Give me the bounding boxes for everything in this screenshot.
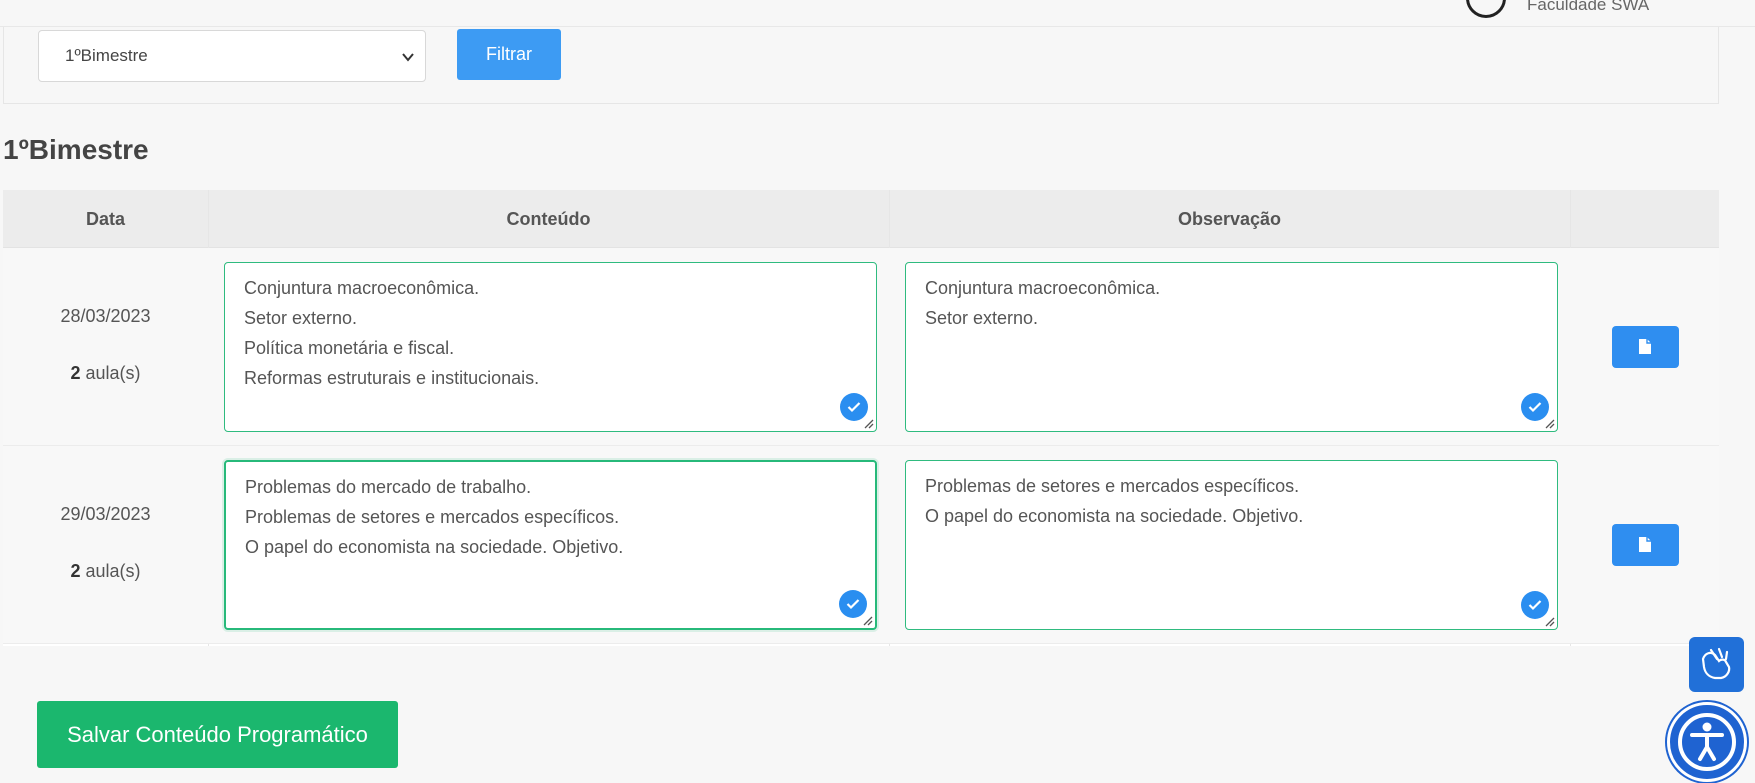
save-syllabus-button[interactable]: Salvar Conteúdo Programático	[37, 701, 398, 768]
date-cell: 29/03/2023 2 aula(s)	[3, 446, 208, 644]
copy-document-button[interactable]	[1612, 326, 1679, 368]
filter-panel: 1ºBimestre Filtrar	[3, 27, 1719, 104]
period-select[interactable]: 1ºBimestre	[38, 30, 426, 82]
hand-sign-icon	[1701, 647, 1731, 680]
lesson-date: 29/03/2023	[60, 504, 151, 524]
resize-handle-icon[interactable]	[1543, 417, 1555, 429]
resize-handle-icon[interactable]	[1543, 615, 1555, 627]
libras-widget-button[interactable]	[1689, 637, 1744, 692]
header-content: Conteúdo	[506, 209, 591, 229]
resize-handle-icon[interactable]	[861, 614, 873, 626]
filter-button[interactable]: Filtrar	[457, 29, 561, 80]
chevron-down-icon	[402, 53, 414, 62]
observation-textarea[interactable]: Conjuntura macroeconômica. Setor externo…	[905, 262, 1558, 432]
copy-document-button[interactable]	[1612, 524, 1679, 566]
lesson-count: 2 aula(s)	[70, 363, 141, 383]
header-observation: Observação	[1177, 209, 1282, 229]
accessibility-icon	[1678, 713, 1736, 771]
observation-textarea[interactable]: Problemas de setores e mercados específi…	[905, 460, 1558, 630]
user-avatar[interactable]	[1466, 0, 1506, 18]
document-icon	[1639, 339, 1651, 354]
content-textarea[interactable]: Conjuntura macroeconômica. Setor externo…	[224, 262, 877, 432]
lesson-date: 28/03/2023	[60, 306, 151, 326]
table-row: 28/03/2023 2 aula(s) Conjuntura macroeco…	[3, 248, 1719, 446]
top-header: Faculdade SWA	[0, 0, 1755, 27]
header-date: Data	[85, 209, 125, 229]
table-row: 29/03/2023 2 aula(s) Problemas do mercad…	[3, 446, 1719, 644]
accessibility-button[interactable]	[1667, 702, 1747, 782]
content-textarea[interactable]: Problemas do mercado de trabalho. Proble…	[224, 460, 877, 630]
lesson-count: 2 aula(s)	[70, 561, 141, 581]
table-header: Data Conteúdo Observação	[3, 190, 1719, 248]
resize-handle-icon[interactable]	[862, 417, 874, 429]
date-cell: 28/03/2023 2 aula(s)	[3, 248, 208, 446]
institution-name: Faculdade SWA	[1527, 0, 1650, 14]
lessons-table: Data Conteúdo Observação 28/03/2023 2 au…	[3, 190, 1719, 646]
period-select-value: 1ºBimestre	[65, 46, 148, 65]
document-icon	[1639, 537, 1651, 552]
section-title: 1ºBimestre	[3, 134, 149, 165]
